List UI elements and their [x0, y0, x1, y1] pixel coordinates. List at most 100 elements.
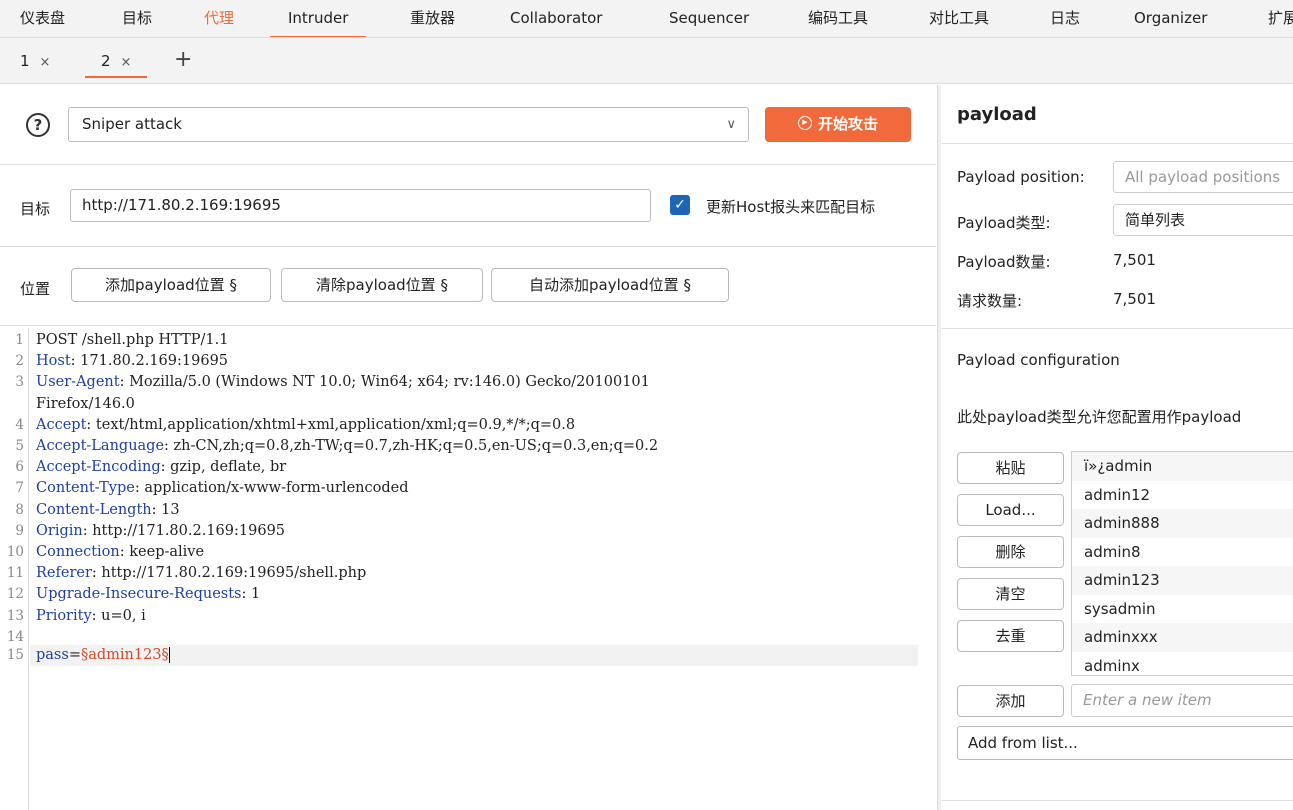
- close-icon[interactable]: ×: [121, 55, 132, 70]
- request-line[interactable]: POST /shell.php HTTP/1.1: [36, 332, 228, 348]
- header-name: Content-Type: [36, 480, 135, 497]
- header-name: Accept-Encoding: [36, 459, 161, 476]
- header-value: http://171.80.2.169:19695: [87, 522, 286, 539]
- request-line[interactable]: User-Agent: Mozilla/5.0 (Windows NT 10.0…: [36, 374, 650, 390]
- add-item-button[interactable]: 添加: [957, 685, 1064, 717]
- line-number: 11: [6, 565, 24, 582]
- load-button[interactable]: Load...: [957, 494, 1064, 526]
- tab-label: 2: [101, 52, 111, 70]
- divider: [941, 800, 1293, 801]
- request-line[interactable]: Priority: u=0, i: [36, 608, 146, 624]
- request-editor[interactable]: 1 POST /shell.php HTTP/1.1 2 Host: 171.80.2…: [0, 328, 936, 810]
- menu-dashboard[interactable]: 仪表盘: [20, 0, 65, 37]
- close-icon[interactable]: ×: [40, 55, 51, 70]
- help-icon[interactable]: ?: [26, 113, 50, 137]
- menu-sequencer[interactable]: Sequencer: [669, 0, 749, 37]
- payload-type-select[interactable]: 简单列表: [1113, 204, 1293, 236]
- header-name: Content-Length: [36, 501, 152, 518]
- positions-label: 位置: [20, 280, 51, 298]
- header-value: text/html,application/xhtml+xml,applicat…: [91, 416, 576, 433]
- menu-decoder[interactable]: 编码工具: [808, 0, 868, 37]
- header-name: Host: [36, 353, 71, 370]
- top-menu-bar: 仪表盘 目标 代理 Intruder 重放器 Collaborator Sequ…: [0, 0, 1293, 38]
- paste-button[interactable]: 粘贴: [957, 452, 1064, 484]
- line-number: 9: [15, 522, 24, 539]
- text-cursor: [168, 647, 171, 663]
- header-value: Mozilla/5.0 (Windows NT 10.0; Win64; x64…: [124, 374, 650, 391]
- line-number: 6: [15, 459, 24, 476]
- add-from-list-select[interactable]: Add from list...: [957, 726, 1293, 760]
- list-item[interactable]: admin888: [1072, 509, 1293, 538]
- request-body-line[interactable]: pass=§admin123§: [36, 647, 171, 663]
- menu-intruder[interactable]: Intruder: [270, 0, 367, 37]
- play-icon: ▶: [797, 115, 812, 130]
- request-line[interactable]: Accept-Language: zh-CN,zh;q=0.8,zh-TW;q=…: [36, 438, 658, 454]
- request-line[interactable]: Upgrade-Insecure-Requests: 1: [36, 586, 260, 602]
- request-line[interactable]: Connection: keep-alive: [36, 544, 204, 560]
- menu-target[interactable]: 目标: [122, 0, 152, 37]
- payload-panel-title: payload: [957, 104, 1037, 125]
- deduplicate-button[interactable]: 去重: [957, 620, 1064, 652]
- new-item-input[interactable]: Enter a new item: [1071, 684, 1293, 717]
- line-number: 14: [6, 628, 24, 645]
- menu-extensions[interactable]: 扩展: [1268, 0, 1293, 37]
- payload-count-label: Payload数量:: [957, 253, 1051, 271]
- target-url-input[interactable]: http://171.80.2.169:19695: [70, 189, 651, 222]
- payload-position-select[interactable]: All payload positions: [1113, 161, 1293, 193]
- list-item[interactable]: admin123: [1072, 566, 1293, 595]
- update-host-checkbox[interactable]: ✓: [670, 195, 690, 215]
- list-item[interactable]: admin8: [1072, 538, 1293, 567]
- add-tab-icon[interactable]: +: [174, 45, 192, 75]
- request-line[interactable]: Referer: http://171.80.2.169:19695/shell…: [36, 565, 366, 581]
- request-line[interactable]: Origin: http://171.80.2.169:19695: [36, 523, 285, 539]
- clear-payload-position-button[interactable]: 清除payload位置 §: [281, 268, 483, 302]
- add-payload-position-button[interactable]: 添加payload位置 §: [71, 268, 271, 302]
- menu-comparer[interactable]: 对比工具: [929, 0, 989, 37]
- divider: [0, 246, 936, 247]
- header-name: Accept-Language: [36, 438, 165, 454]
- header-value: 1: [246, 586, 261, 603]
- request-line[interactable]: Content-Length: 13: [36, 502, 180, 518]
- list-item[interactable]: ï»¿admin: [1072, 452, 1293, 481]
- header-value: application/x-www-form-urlencoded: [139, 480, 409, 497]
- start-attack-label: 开始攻击: [817, 115, 878, 133]
- clear-button[interactable]: 清空: [957, 578, 1064, 610]
- start-attack-button[interactable]: ▶ 开始攻击: [765, 107, 911, 142]
- target-label: 目标: [20, 200, 51, 218]
- request-line[interactable]: Firefox/146.0: [36, 396, 135, 412]
- auto-payload-position-button[interactable]: 自动添加payload位置 §: [491, 268, 729, 302]
- header-value: keep-alive: [124, 544, 205, 560]
- request-line[interactable]: Accept-Encoding: gzip, deflate, br: [36, 459, 286, 475]
- list-item[interactable]: adminx: [1072, 652, 1293, 676]
- list-item[interactable]: sysadmin: [1072, 595, 1293, 624]
- payload-list[interactable]: ï»¿admin admin12 admin888 admin8 admin12…: [1071, 451, 1293, 676]
- header-name: Priority: [36, 607, 92, 624]
- list-item[interactable]: admin12: [1072, 481, 1293, 510]
- line-number: 1: [15, 332, 24, 348]
- header-name: Origin: [36, 522, 83, 539]
- request-line[interactable]: Host: 171.80.2.169:19695: [36, 353, 228, 369]
- header-value: 13: [156, 501, 180, 518]
- remove-button[interactable]: 删除: [957, 536, 1064, 568]
- list-item[interactable]: adminxxx: [1072, 623, 1293, 652]
- line-number: 5: [15, 438, 24, 454]
- payload-position-label: Payload position:: [957, 168, 1085, 186]
- payload-type-label: Payload类型:: [957, 214, 1051, 232]
- header-name: Connection: [36, 544, 120, 560]
- line-number: 3: [15, 374, 24, 391]
- tab-2[interactable]: 2 ×: [85, 44, 148, 78]
- menu-organizer[interactable]: Organizer: [1134, 0, 1207, 37]
- tab-1[interactable]: 1 ×: [20, 44, 50, 78]
- request-line[interactable]: Content-Type: application/x-www-form-url…: [36, 480, 408, 496]
- update-host-label: 更新Host报头来匹配目标: [706, 198, 876, 216]
- attack-type-select[interactable]: Sniper attack ∨: [68, 107, 749, 142]
- divider: [0, 325, 936, 326]
- payload-count-value: 7,501: [1113, 251, 1156, 269]
- param-name: pass: [36, 647, 69, 663]
- menu-proxy[interactable]: 代理: [204, 0, 234, 37]
- menu-repeater[interactable]: 重放器: [410, 0, 455, 37]
- request-line[interactable]: Accept: text/html,application/xhtml+xml,…: [36, 417, 575, 433]
- menu-collaborator[interactable]: Collaborator: [510, 0, 602, 37]
- menu-logger[interactable]: 日志: [1050, 0, 1080, 37]
- intruder-tab-bar: [0, 38, 1293, 84]
